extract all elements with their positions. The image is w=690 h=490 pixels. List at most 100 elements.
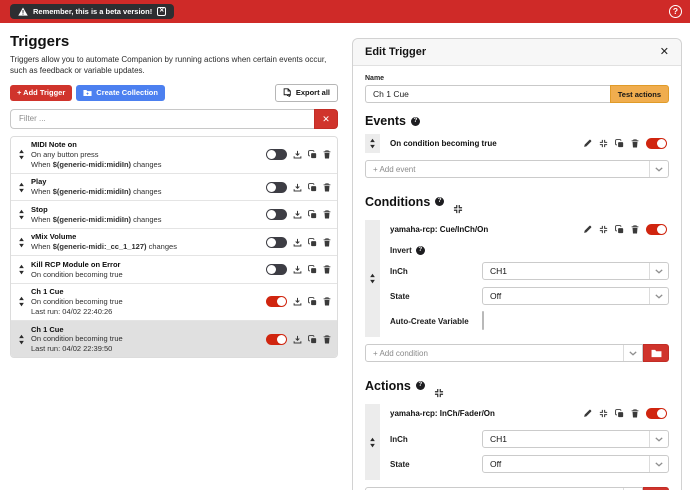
actions-info-icon[interactable]: ? xyxy=(416,381,425,390)
trash-icon[interactable] xyxy=(323,210,331,219)
add-trigger-button[interactable]: + Add Trigger xyxy=(10,85,72,101)
close-icon[interactable]: ✕ xyxy=(660,47,669,58)
top-banner: Remember, this is a beta version! ✕ ? xyxy=(0,0,690,23)
enable-toggle[interactable] xyxy=(266,149,287,160)
invert-info-icon[interactable]: ? xyxy=(416,246,425,255)
enable-toggle[interactable] xyxy=(266,264,287,275)
drag-handle-icon[interactable] xyxy=(11,237,31,248)
inch-label: InCh xyxy=(390,267,482,276)
trash-icon[interactable] xyxy=(323,238,331,247)
trash-icon[interactable] xyxy=(323,183,331,192)
last-run: Last run: 04/02 22:39:50 xyxy=(31,344,266,354)
download-icon[interactable] xyxy=(293,265,302,274)
drag-handle-icon[interactable] xyxy=(11,334,31,345)
trigger-row[interactable]: vMix Volume When $(generic-midi:_cc_1_12… xyxy=(11,229,337,257)
trigger-row[interactable]: Ch 1 Cue On condition becoming true Last… xyxy=(11,284,337,321)
auto-create-variable-checkbox[interactable] xyxy=(482,311,484,330)
edit-icon[interactable] xyxy=(583,139,592,148)
clone-icon[interactable] xyxy=(308,265,317,274)
enable-toggle[interactable] xyxy=(646,408,667,419)
clone-icon[interactable] xyxy=(308,210,317,219)
warning-icon xyxy=(18,7,28,16)
trigger-row-selected[interactable]: Ch 1 Cue On condition becoming true Last… xyxy=(11,321,337,357)
trash-icon[interactable] xyxy=(323,297,331,306)
enable-toggle[interactable] xyxy=(266,237,287,248)
drag-handle-icon[interactable] xyxy=(11,209,31,220)
events-info-icon[interactable]: ? xyxy=(411,117,420,126)
download-icon[interactable] xyxy=(293,238,302,247)
clone-icon[interactable] xyxy=(615,409,624,418)
state-label: State xyxy=(390,460,482,469)
enable-toggle[interactable] xyxy=(266,296,287,307)
trigger-name-input[interactable] xyxy=(365,85,610,103)
edit-trigger-panel: Edit Trigger ✕ Name Test actions Events … xyxy=(352,38,682,490)
invert-label: Invert xyxy=(390,246,412,255)
trash-icon[interactable] xyxy=(631,139,639,148)
filter-input[interactable] xyxy=(10,109,314,129)
inch-select[interactable]: CH1 xyxy=(482,430,669,448)
inch-label: InCh xyxy=(390,435,482,444)
add-condition-select[interactable]: + Add condition xyxy=(365,344,643,362)
state-select[interactable]: Off xyxy=(482,287,669,305)
trash-icon[interactable] xyxy=(323,150,331,159)
enable-toggle[interactable] xyxy=(646,138,667,149)
collapse-all-icon[interactable] xyxy=(449,189,669,214)
clone-icon[interactable] xyxy=(308,238,317,247)
download-icon[interactable] xyxy=(293,183,302,192)
enable-toggle[interactable] xyxy=(266,209,287,220)
download-icon[interactable] xyxy=(293,210,302,219)
trash-icon[interactable] xyxy=(631,225,639,234)
enable-toggle[interactable] xyxy=(266,182,287,193)
trash-icon[interactable] xyxy=(631,409,639,418)
drag-handle-icon[interactable] xyxy=(11,296,31,307)
trigger-row[interactable]: Kill RCP Module on Error On condition be… xyxy=(11,256,337,284)
edit-icon[interactable] xyxy=(583,409,592,418)
drag-handle-icon[interactable] xyxy=(11,264,31,275)
folder-icon xyxy=(651,349,662,358)
clone-icon[interactable] xyxy=(308,297,317,306)
enable-toggle[interactable] xyxy=(266,334,287,345)
create-collection-button[interactable]: Create Collection xyxy=(76,85,165,101)
inch-select[interactable]: CH1 xyxy=(482,262,669,280)
drag-handle-icon[interactable] xyxy=(11,149,31,160)
clone-icon[interactable] xyxy=(308,335,317,344)
enable-toggle[interactable] xyxy=(646,224,667,235)
chevron-down-icon xyxy=(649,263,668,279)
download-icon[interactable] xyxy=(293,150,302,159)
trigger-row[interactable]: MIDI Note on On any button press When $(… xyxy=(11,137,337,174)
trigger-row[interactable]: Stop When $(generic-midi:midiIn) changes xyxy=(11,201,337,229)
condition-group-button[interactable] xyxy=(643,344,669,362)
drag-handle-icon[interactable] xyxy=(365,404,380,480)
download-icon[interactable] xyxy=(293,335,302,344)
collapse-icon[interactable] xyxy=(599,139,608,148)
help-button[interactable]: ? xyxy=(669,5,682,18)
collapse-all-icon[interactable] xyxy=(430,373,669,398)
clone-icon[interactable] xyxy=(615,139,624,148)
trigger-row[interactable]: Play When $(generic-midi:midiIn) changes xyxy=(11,174,337,202)
conditions-heading: Conditions xyxy=(365,195,430,209)
clone-icon[interactable] xyxy=(308,150,317,159)
triggers-panel: Triggers Triggers allow you to automate … xyxy=(0,23,348,490)
filter-clear-button[interactable]: ✕ xyxy=(314,109,338,129)
drag-handle-icon[interactable] xyxy=(365,220,380,337)
action-card: yamaha-rcp: InCh/Fader/On InCh xyxy=(365,404,669,480)
export-all-button[interactable]: Export all xyxy=(275,84,338,102)
drag-handle-icon[interactable] xyxy=(365,134,380,153)
clone-icon[interactable] xyxy=(615,225,624,234)
download-icon[interactable] xyxy=(293,297,302,306)
clone-icon[interactable] xyxy=(308,183,317,192)
test-actions-button[interactable]: Test actions xyxy=(610,85,669,103)
conditions-info-icon[interactable]: ? xyxy=(435,197,444,206)
last-run: Last run: 04/02 22:40:26 xyxy=(31,307,266,317)
toast-close-icon[interactable]: ✕ xyxy=(157,7,166,16)
state-select[interactable]: Off xyxy=(482,455,669,473)
edit-trigger-title: Edit Trigger xyxy=(365,46,426,58)
edit-icon[interactable] xyxy=(583,225,592,234)
event-label: On condition becoming true xyxy=(390,139,497,148)
add-event-select[interactable]: + Add event xyxy=(365,160,669,178)
drag-handle-icon[interactable] xyxy=(11,182,31,193)
trash-icon[interactable] xyxy=(323,335,331,344)
collapse-icon[interactable] xyxy=(599,409,608,418)
trash-icon[interactable] xyxy=(323,265,331,274)
collapse-icon[interactable] xyxy=(599,225,608,234)
